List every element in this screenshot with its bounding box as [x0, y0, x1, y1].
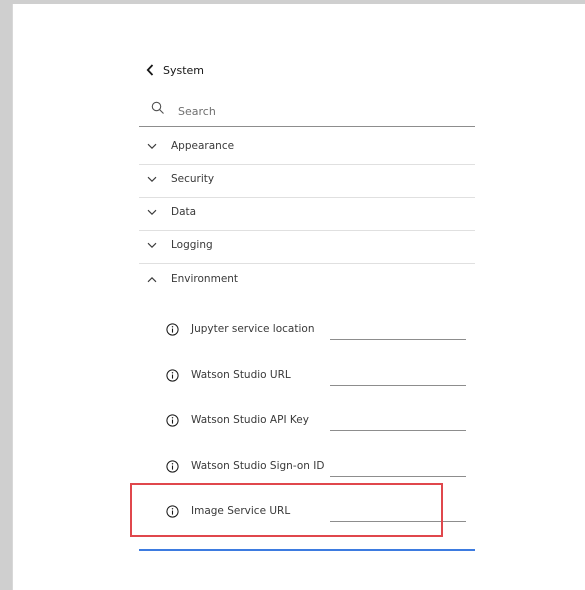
section-security[interactable]: Security: [139, 164, 475, 198]
section-label: Appearance: [171, 140, 235, 152]
focus-indicator: [139, 549, 475, 551]
setting-label: Jupyter service location: [191, 323, 315, 335]
watson-studio-sign-on-id-input[interactable]: [330, 452, 466, 477]
section-appearance[interactable]: Appearance: [139, 131, 475, 165]
chevron-down-icon: [147, 209, 157, 215]
back-link[interactable]: System: [146, 62, 204, 78]
info-icon[interactable]: [166, 369, 179, 382]
info-icon[interactable]: [166, 414, 179, 427]
setting-label: Watson Studio URL: [191, 369, 291, 381]
info-icon[interactable]: [166, 323, 179, 336]
setting-label: Watson Studio API Key: [191, 414, 309, 426]
section-label: Data: [171, 206, 197, 218]
chevron-down-icon: [147, 242, 157, 248]
window-frame: System Appearance Security Data Logging: [0, 0, 585, 590]
chevron-up-icon: [147, 277, 157, 283]
setting-label: Watson Studio Sign-on ID: [191, 460, 325, 472]
section-label: Logging: [171, 239, 213, 251]
section-data[interactable]: Data: [139, 197, 475, 231]
search-input[interactable]: [176, 100, 470, 122]
highlight-annotation: [130, 483, 443, 537]
info-icon[interactable]: [166, 460, 179, 473]
section-environment[interactable]: Environment: [139, 264, 475, 297]
chevron-left-icon: [146, 64, 154, 76]
watson-studio-url-input[interactable]: [330, 361, 466, 386]
jupyter-service-location-input[interactable]: [330, 315, 466, 340]
back-label: System: [163, 63, 205, 77]
search-field[interactable]: [139, 94, 475, 127]
search-icon: [151, 101, 164, 114]
chevron-down-icon: [147, 176, 157, 182]
section-label: Security: [171, 173, 215, 185]
section-logging[interactable]: Logging: [139, 230, 475, 264]
watson-studio-api-key-input[interactable]: [330, 406, 466, 431]
section-label: Environment: [171, 273, 239, 285]
chevron-down-icon: [147, 143, 157, 149]
